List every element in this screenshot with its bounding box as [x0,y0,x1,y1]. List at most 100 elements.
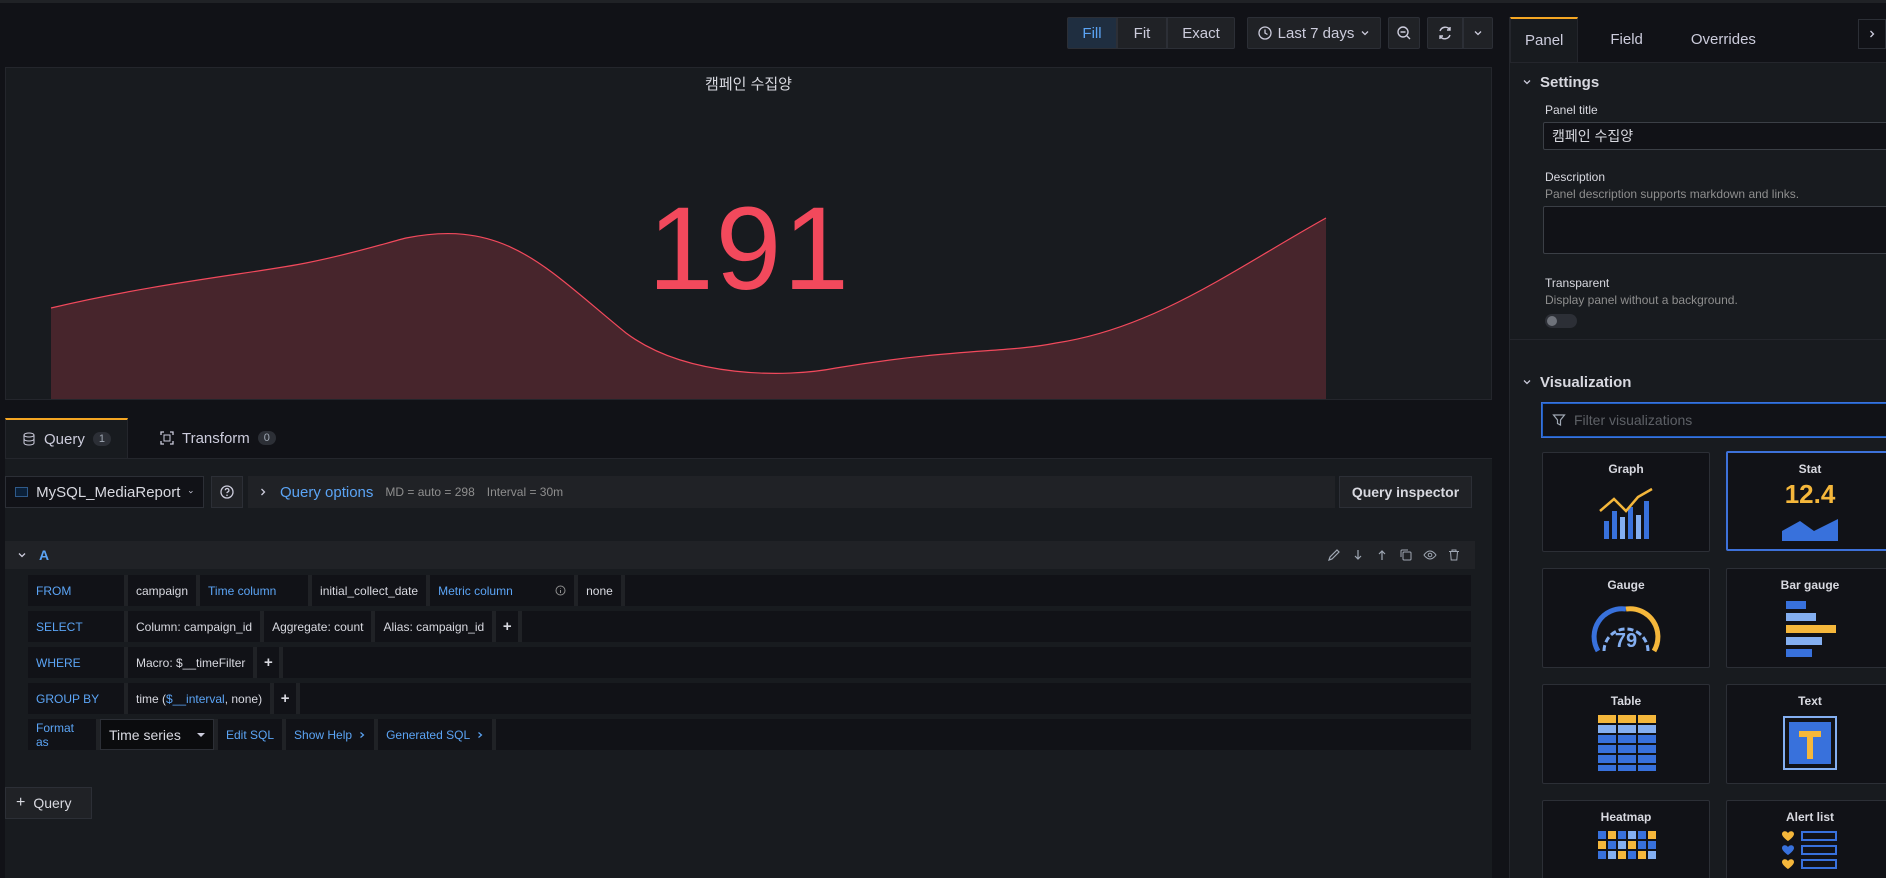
fill-button[interactable]: Fill [1067,17,1117,49]
group-by-keyword: GROUP BY [28,683,124,714]
stat-preview-value: 12.4 [1784,479,1836,509]
vis-name: Gauge [1607,578,1645,592]
chevron-down-icon[interactable] [17,550,27,560]
group-by-post: , none) [224,691,263,706]
metric-column-text: Metric column [438,583,513,598]
vis-card-alert-list[interactable]: Alert list [1726,800,1886,878]
vis-card-gauge[interactable]: Gauge 79 [1542,568,1710,668]
copy-icon[interactable] [1399,548,1413,562]
tab-field[interactable]: Field [1596,17,1657,62]
transparent-help: Display panel without a background. [1545,293,1738,307]
show-help-button[interactable]: Show Help [286,719,375,750]
add-group-by-button[interactable]: + [274,683,297,714]
vis-card-graph[interactable]: Graph [1542,452,1710,552]
time-column-select[interactable]: initial_collect_date [312,575,427,606]
time-range-label: Last 7 days [1277,24,1355,42]
query-row-header[interactable]: A [5,541,1475,569]
gauge-icon: 79 [1591,606,1661,653]
tab-panel[interactable]: Panel [1510,17,1579,62]
select-column[interactable]: Column: campaign_id [128,611,261,642]
tab-transform[interactable]: Transform 0 [144,418,292,458]
query-options-toggle[interactable]: Query options MD = auto = 298 Interval =… [248,476,1335,508]
group-by-time[interactable]: time ($__interval, none) [128,683,271,714]
visualization-header[interactable]: Visualization [1510,367,1886,397]
row-filler [300,683,1471,714]
text-icon [1783,716,1837,770]
format-select[interactable]: Time series [100,719,214,750]
vis-card-stat[interactable]: Stat 12.4 [1726,451,1886,551]
description-textarea[interactable] [1543,206,1886,254]
edit-sql-button[interactable]: Edit SQL [218,719,283,750]
select-aggregate[interactable]: Aggregate: count [264,611,372,642]
graph-icon [1599,487,1653,539]
tab-transform-count: 0 [257,431,276,445]
panel-title-input[interactable]: 캠페인 수집양 [1543,122,1886,150]
refresh-interval-dropdown[interactable] [1463,17,1493,49]
pencil-icon[interactable] [1327,548,1341,562]
add-where-button[interactable]: + [257,647,280,678]
vis-name: Text [1798,694,1822,708]
arrow-down-icon[interactable] [1351,548,1365,562]
chevron-down-icon [1474,31,1482,36]
info-circle-icon[interactable] [555,585,566,596]
metric-column-select[interactable]: none [578,575,621,606]
where-keyword: WHERE [28,647,124,678]
tab-query-count: 1 [92,432,111,446]
vis-card-bar-gauge[interactable]: Bar gauge [1726,568,1886,668]
refresh-button[interactable] [1427,17,1463,49]
vis-name: Bar gauge [1780,578,1840,592]
generated-sql-button[interactable]: Generated SQL [378,719,493,750]
query-inspector-button[interactable]: Query inspector [1339,476,1472,508]
query-help-button[interactable] [211,476,243,508]
query-options-label: Query options [280,483,374,501]
stat-area-icon [1782,519,1838,541]
chevron-right-icon [478,731,483,738]
zoom-out-button[interactable] [1388,17,1420,49]
stat-value: 191 [648,183,851,315]
tab-transform-label: Transform [181,429,250,447]
tab-query[interactable]: Query 1 [5,418,128,458]
group-by-pre: time ( [136,691,166,706]
chevron-down-icon [1523,380,1531,385]
format-as-label: Format as [28,719,96,750]
where-macro[interactable]: Macro: $__timeFilter [128,647,254,678]
close-pane-button[interactable] [1858,19,1886,49]
format-select-value: Time series [109,726,181,743]
refresh-icon [1439,26,1451,40]
settings-header[interactable]: Settings [1510,67,1886,97]
vis-card-heatmap[interactable]: Heatmap [1542,800,1710,878]
sql-select-row: SELECT Column: campaign_id Aggregate: co… [28,611,1471,642]
tab-overrides[interactable]: Overrides [1677,17,1770,62]
add-select-button[interactable]: + [496,611,519,642]
transparent-label: Transparent [1545,276,1610,290]
database-icon [23,432,35,446]
show-help-label: Show Help [294,727,353,742]
sql-from-row: FROM campaign Time column initial_collec… [28,575,1471,606]
filter-placeholder: Filter visualizations [1574,412,1693,428]
metric-column-label: Metric column [430,575,575,606]
vis-name: Table [1610,694,1642,708]
question-circle-icon [220,485,234,499]
vis-card-text[interactable]: Text [1726,684,1886,784]
visualization-title: Visualization [1540,373,1632,391]
fit-button[interactable]: Fit [1117,17,1167,49]
eye-icon[interactable] [1423,548,1437,562]
select-alias[interactable]: Alias: campaign_id [375,611,493,642]
exact-button[interactable]: Exact [1167,17,1235,49]
vis-card-table[interactable]: Table [1542,684,1710,784]
visualization-section: Visualization [1510,367,1886,397]
plus-icon: + [16,794,26,811]
trash-icon[interactable] [1447,548,1461,562]
transparent-toggle[interactable] [1545,314,1577,328]
filter-visualizations-input[interactable]: Filter visualizations [1541,402,1886,438]
sql-format-row: Format as Time series Edit SQL Show Help… [28,719,1471,750]
clock-icon [1257,26,1272,40]
arrow-up-icon[interactable] [1375,548,1389,562]
row-filler [496,719,1471,750]
row-filler [522,611,1471,642]
table-select[interactable]: campaign [128,575,197,606]
time-range-picker[interactable]: Last 7 days [1247,17,1381,49]
datasource-picker[interactable]: MySQL_MediaReport [5,476,204,508]
from-keyword: FROM [28,575,124,606]
add-query-button[interactable]: + Query [5,787,92,819]
